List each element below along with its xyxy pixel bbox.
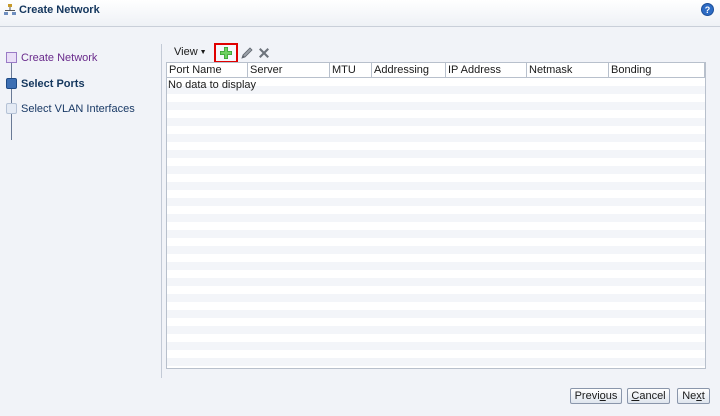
- view-menu[interactable]: View ▼: [174, 46, 207, 58]
- next-label-rest: t: [701, 390, 705, 402]
- next-button[interactable]: Next: [677, 388, 710, 404]
- previous-button[interactable]: Previous: [570, 388, 622, 404]
- step-done-icon: [6, 52, 17, 63]
- delete-button[interactable]: [255, 44, 273, 62]
- column-header-server[interactable]: Server: [248, 63, 330, 77]
- add-button[interactable]: [214, 43, 238, 63]
- edit-pencil-icon: [241, 47, 253, 59]
- add-icon: [220, 47, 232, 59]
- delete-x-icon: [259, 48, 269, 58]
- step-label: Select VLAN Interfaces: [21, 103, 135, 115]
- column-header-mtu[interactable]: MTU: [330, 63, 372, 77]
- step-label: Select Ports: [21, 78, 85, 90]
- column-header-addressing[interactable]: Addressing: [372, 63, 446, 77]
- ports-table: Port Name Server MTU Addressing IP Addre…: [166, 62, 706, 369]
- caret-down-icon: ▼: [199, 49, 207, 56]
- step-current-icon: [6, 78, 17, 89]
- previous-label: Previ: [574, 390, 600, 402]
- help-icon[interactable]: ?: [701, 3, 714, 16]
- column-header-netmask[interactable]: Netmask: [527, 63, 609, 77]
- table-toolbar: View ▼: [166, 43, 706, 63]
- network-icon: [4, 4, 16, 15]
- next-label: Ne: [682, 390, 697, 402]
- step-connector: [11, 60, 12, 140]
- column-header-ip-address[interactable]: IP Address: [446, 63, 527, 77]
- view-menu-label: View: [174, 46, 198, 58]
- edit-button[interactable]: [238, 44, 256, 62]
- table-header: Port Name Server MTU Addressing IP Addre…: [167, 63, 705, 78]
- title-bar: Create Network ?: [0, 0, 720, 27]
- step-label[interactable]: Create Network: [21, 52, 97, 64]
- column-header-bonding[interactable]: Bonding: [609, 63, 705, 77]
- panel-divider: [161, 44, 162, 378]
- cancel-label-rest: ancel: [639, 390, 666, 402]
- table-body: No data to display: [167, 78, 705, 368]
- cancel-button[interactable]: Cancel: [627, 388, 670, 404]
- previous-label-rest: us: [605, 390, 618, 402]
- train-steps: Create Network Select Ports Select VLAN …: [0, 42, 160, 372]
- page-title: Create Network: [19, 4, 100, 16]
- empty-message: No data to display: [168, 79, 257, 91]
- step-pending-icon: [6, 103, 17, 114]
- column-header-port-name[interactable]: Port Name: [167, 63, 248, 77]
